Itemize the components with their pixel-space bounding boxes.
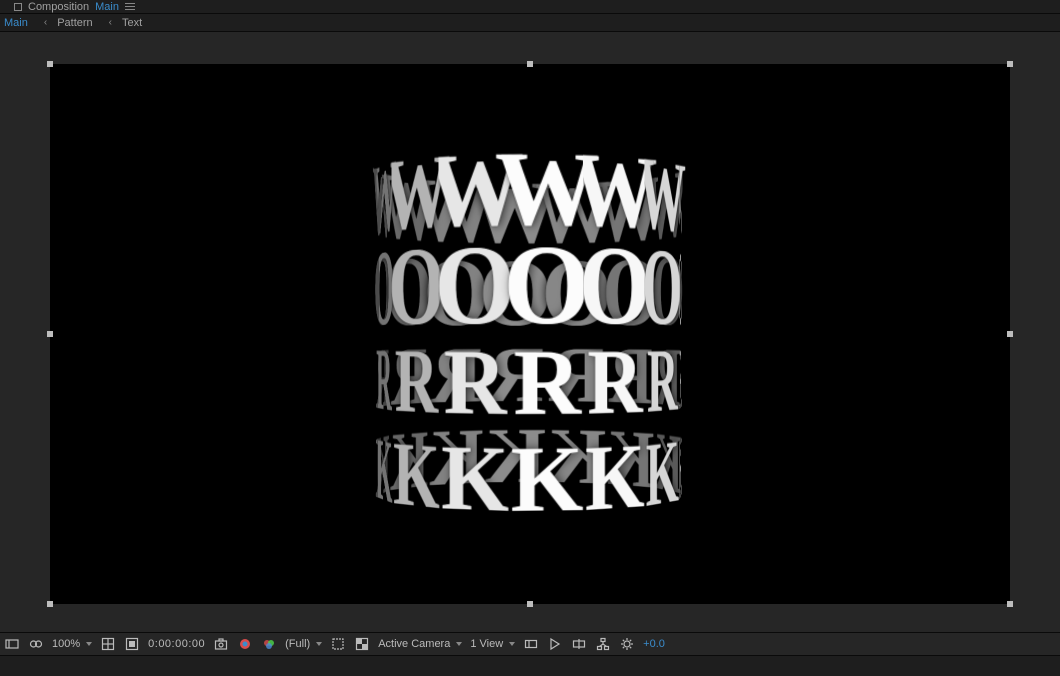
views-value: 1 View <box>470 638 503 650</box>
caret-down-icon <box>456 642 462 646</box>
transparency-grid-icon[interactable] <box>354 637 370 651</box>
letter-slab: O <box>583 238 647 334</box>
timeline-icon[interactable] <box>571 637 587 651</box>
flowchart-icon[interactable] <box>595 637 611 651</box>
grid-icon[interactable] <box>100 637 116 651</box>
resolution-value: (Full) <box>285 638 310 650</box>
mask-toggle-icon[interactable] <box>124 637 140 651</box>
panel-title-label: Composition <box>28 1 89 13</box>
fast-previews-icon[interactable] <box>547 637 563 651</box>
selection-handle[interactable] <box>1007 331 1013 337</box>
panel-menu-icon[interactable] <box>125 3 135 11</box>
show-channel-icon[interactable] <box>237 637 253 651</box>
camera-value: Active Camera <box>378 638 450 650</box>
composition-panel-tab[interactable]: Composition Main <box>4 0 145 14</box>
viewer-footer-bar: 100% 0:00:00:00 (Full) Active Camera 1 V… <box>0 632 1060 656</box>
breadcrumb-item-text[interactable]: Text <box>122 17 142 29</box>
roi-icon[interactable] <box>330 637 346 651</box>
letter-slab: K <box>439 429 512 527</box>
pixel-aspect-icon[interactable] <box>523 637 539 651</box>
letter-slab: K <box>508 430 586 527</box>
caret-down-icon <box>316 642 322 646</box>
breadcrumb-item-main[interactable]: Main <box>4 17 28 29</box>
letter-slab: K <box>583 428 647 527</box>
exposure-value[interactable]: +0.0 <box>643 638 665 650</box>
selection-handle[interactable] <box>527 601 533 607</box>
chevron-left-icon[interactable]: ‹ <box>97 17 118 28</box>
bottom-gap <box>0 656 1060 676</box>
letter-slab: R <box>375 334 393 426</box>
letter-slab: O <box>439 237 512 334</box>
reset-exposure-icon[interactable] <box>619 637 635 651</box>
selection-handle[interactable] <box>1007 601 1013 607</box>
caret-down-icon <box>86 642 92 646</box>
magnification-value: 100% <box>52 638 80 650</box>
magnification-dropdown[interactable]: 100% <box>52 638 92 650</box>
lock-icon[interactable] <box>14 3 22 11</box>
canvas-selection-wrap: WWWWWWWWWWWWWWOOOOOOOOOOOOOORRRRRRRRRRRR… <box>50 64 1010 604</box>
composition-canvas[interactable]: WWWWWWWWWWWWWWOOOOOOOOOOOOOORRRRRRRRRRRR… <box>50 64 1010 604</box>
view-layout-dropdown[interactable]: 1 View <box>470 638 515 650</box>
caret-down-icon <box>509 642 515 646</box>
chevron-left-icon[interactable]: ‹ <box>32 17 53 28</box>
panel-header: Composition Main <box>0 0 1060 14</box>
composition-viewer[interactable]: WWWWWWWWWWWWWWOOOOOOOOOOOOOORRRRRRRRRRRR… <box>0 32 1060 632</box>
letter-slab: K <box>391 426 441 524</box>
selection-handle[interactable] <box>47 61 53 67</box>
3d-view-dropdown[interactable]: Active Camera <box>378 638 462 650</box>
color-mgmt-icon[interactable] <box>261 637 277 651</box>
selection-handle[interactable] <box>527 61 533 67</box>
letter-slab: O <box>508 237 586 334</box>
snapshot-icon[interactable] <box>213 637 229 651</box>
current-time[interactable]: 0:00:00:00 <box>148 638 205 650</box>
selection-handle[interactable] <box>47 331 53 337</box>
letter-slab: R <box>508 334 586 431</box>
resolution-dropdown[interactable]: (Full) <box>285 638 322 650</box>
breadcrumb-item-pattern[interactable]: Pattern <box>57 17 92 29</box>
always-preview-icon[interactable] <box>4 637 20 651</box>
letter-slab: K <box>375 423 393 519</box>
panel-comp-name: Main <box>95 1 119 13</box>
letter-slab: K <box>645 425 681 523</box>
composition-breadcrumb: Main ‹ Pattern ‹ Text <box>0 14 1060 32</box>
letter-slab: R <box>583 334 647 430</box>
letter-slab: R <box>391 334 441 429</box>
selection-handle[interactable] <box>1007 61 1013 67</box>
draft-3d-icon[interactable] <box>28 637 44 651</box>
letter-slab: R <box>645 334 681 428</box>
letter-slab: R <box>439 334 512 431</box>
selection-handle[interactable] <box>47 601 53 607</box>
